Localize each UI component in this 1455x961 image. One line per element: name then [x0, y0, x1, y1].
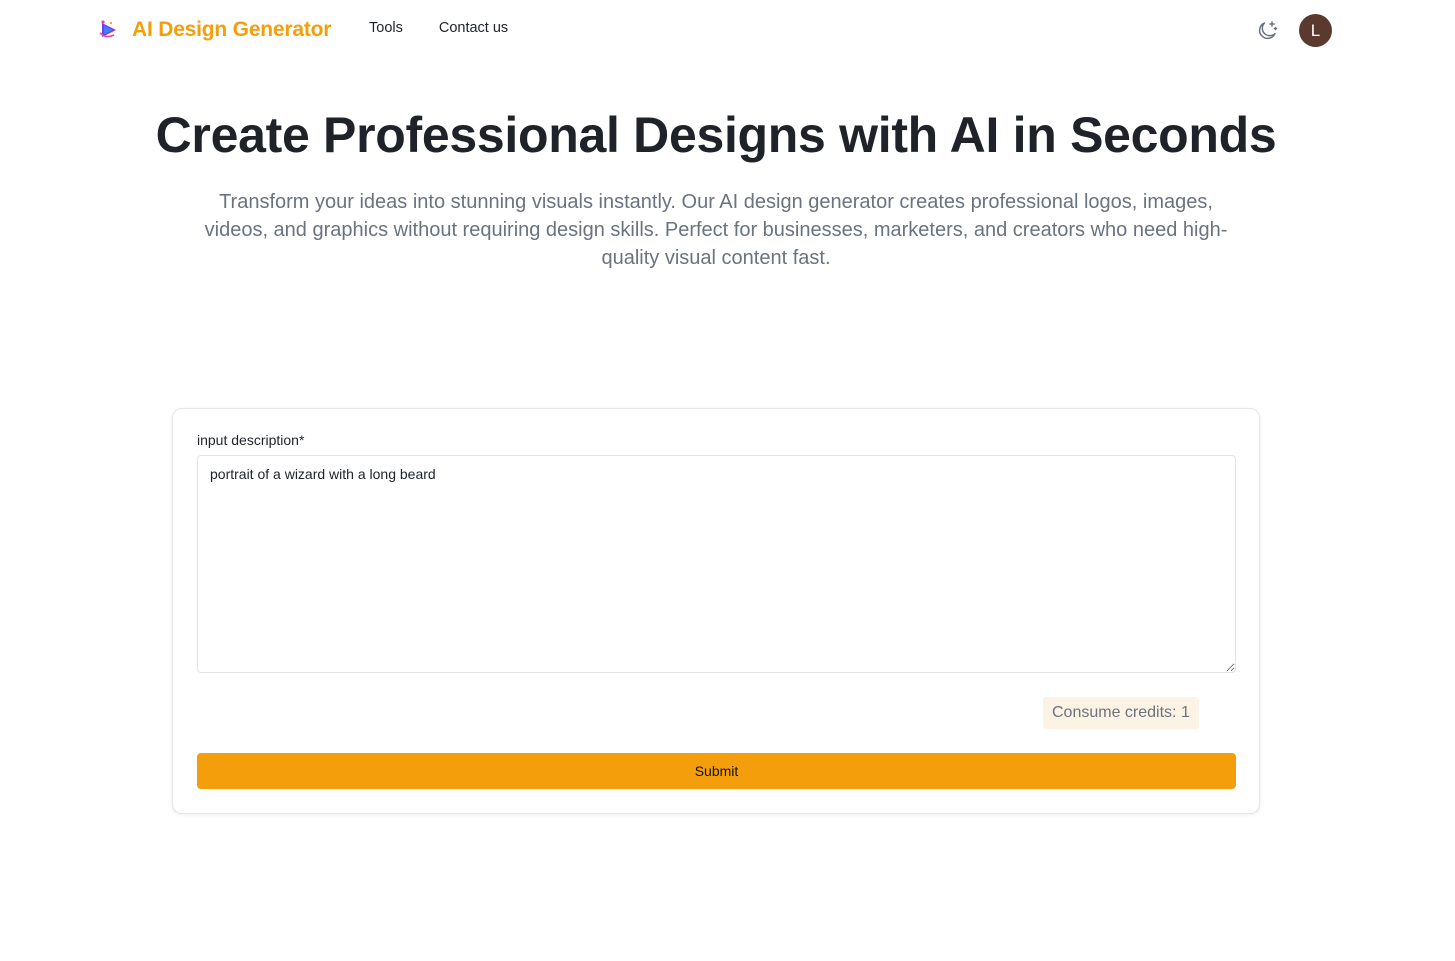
nav-tools-link[interactable]: Tools [369, 20, 403, 36]
top-navbar: AI Design Generator Tools Contact us L [0, 0, 1455, 60]
sparkle-logo-icon [99, 20, 116, 38]
main-nav: Tools Contact us [369, 20, 508, 36]
submit-button[interactable]: Submit [197, 753, 1236, 789]
page-subtitle: Transform your ideas into stunning visua… [204, 191, 1228, 269]
page-title: Create Professional Designs with AI in S… [155, 107, 1277, 163]
description-textarea[interactable] [197, 455, 1236, 673]
nav-contact-link[interactable]: Contact us [439, 20, 508, 36]
brand-name: AI Design Generator [132, 18, 332, 41]
generator-form-card: input description* Consume credits: 1 Su… [172, 408, 1260, 814]
description-label: input description* [197, 432, 305, 448]
moon-stars-icon[interactable] [1255, 19, 1279, 43]
brand-link[interactable]: AI Design Generator [97, 16, 331, 44]
credits-badge: Consume credits: 1 [1043, 697, 1199, 729]
user-avatar[interactable]: L [1299, 14, 1332, 47]
